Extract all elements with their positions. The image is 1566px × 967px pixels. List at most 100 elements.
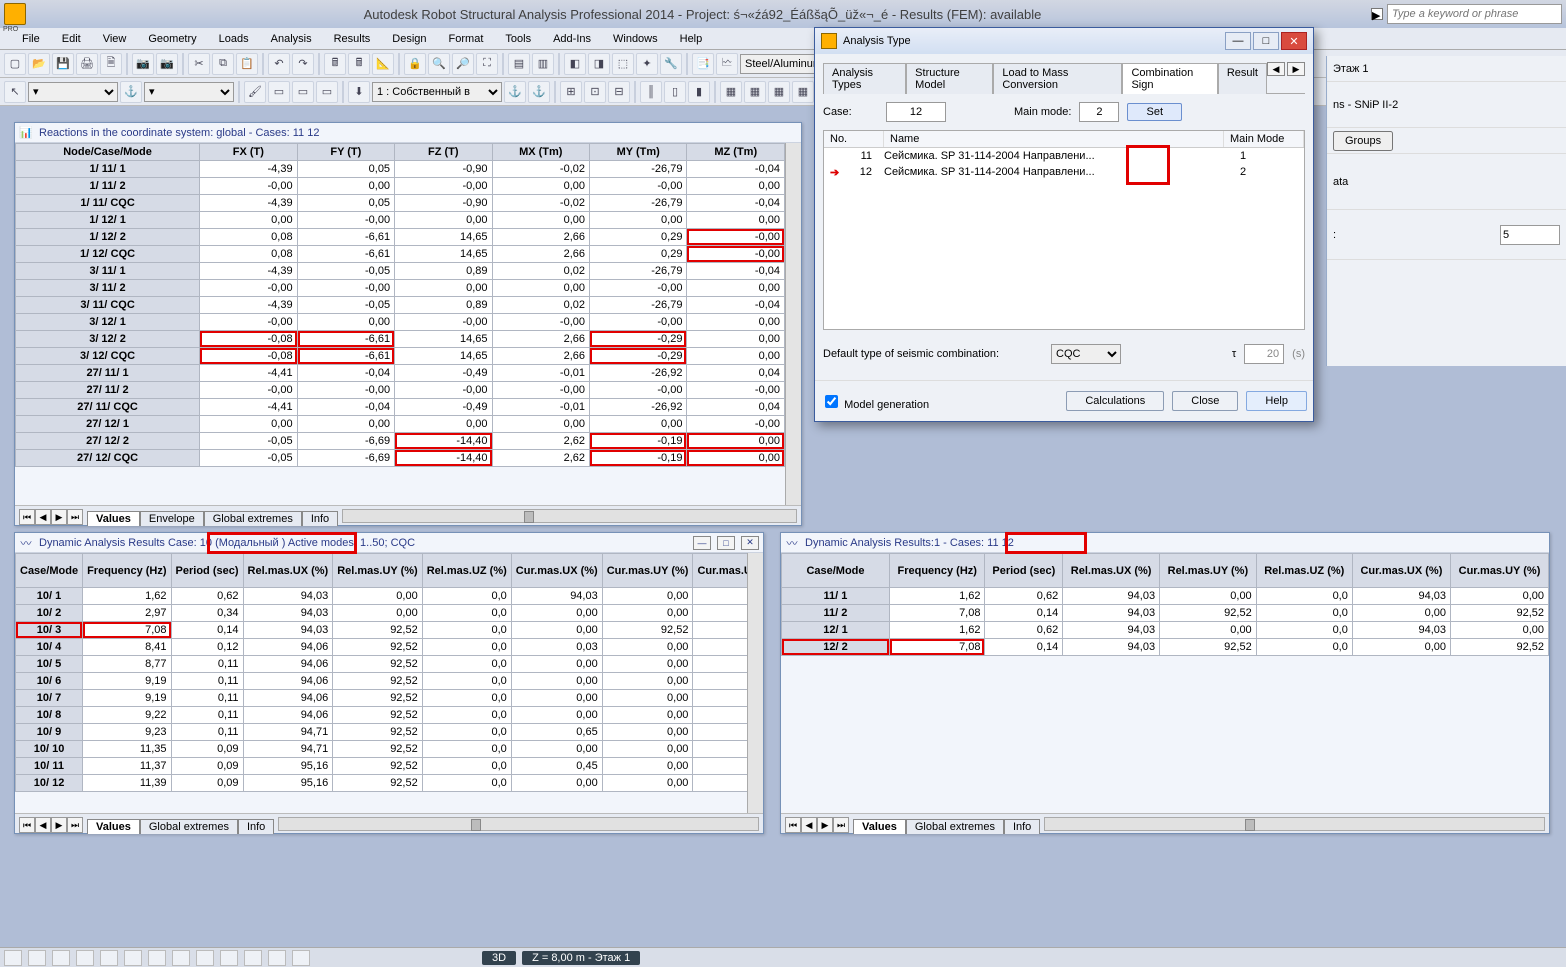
preview-icon[interactable]: 🗎 bbox=[100, 53, 122, 75]
sb-icon-12[interactable] bbox=[268, 950, 286, 966]
status-3d[interactable]: 3D bbox=[482, 951, 516, 965]
menu-design[interactable]: Design bbox=[392, 33, 426, 45]
vbar1-icon[interactable]: ║ bbox=[640, 81, 662, 103]
reactions-scrollbar[interactable] bbox=[785, 143, 801, 505]
tab-scroll-right-icon[interactable]: ▶ bbox=[1287, 62, 1305, 76]
tab-info[interactable]: Info bbox=[302, 511, 338, 526]
menu-results[interactable]: Results bbox=[334, 33, 371, 45]
tab-global-extremes[interactable]: Global extremes bbox=[906, 819, 1004, 834]
dyn-left-hscroll[interactable] bbox=[278, 817, 759, 831]
measure-icon[interactable]: 📐 bbox=[372, 53, 394, 75]
menu-addins[interactable]: Add-Ins bbox=[553, 33, 591, 45]
chart-icon[interactable]: 🗠 bbox=[716, 53, 738, 75]
menu-edit[interactable]: Edit bbox=[62, 33, 81, 45]
reactions-hscroll[interactable] bbox=[342, 509, 797, 523]
tab-nav-next[interactable]: ▶ bbox=[51, 509, 67, 525]
tab-global-extremes[interactable]: Global extremes bbox=[204, 511, 302, 526]
dialog-close-icon[interactable]: ✕ bbox=[1281, 32, 1307, 50]
keyword-search-input[interactable] bbox=[1387, 4, 1562, 24]
anchor2-icon[interactable]: ⚓ bbox=[504, 81, 526, 103]
menu-tools[interactable]: Tools bbox=[505, 33, 531, 45]
dialog-minimize-icon[interactable]: — bbox=[1225, 32, 1251, 50]
dynamic-right-table[interactable]: Case/ModeFrequency (Hz)Period (sec)Rel.m… bbox=[781, 553, 1549, 656]
tool1-icon[interactable]: ◧ bbox=[564, 53, 586, 75]
close-icon[interactable]: ✕ bbox=[741, 536, 759, 550]
tab-info[interactable]: Info bbox=[238, 819, 274, 834]
minimize-icon[interactable]: — bbox=[693, 536, 711, 550]
nav-last[interactable]: ⏭ bbox=[67, 817, 83, 833]
nav-prev[interactable]: ◀ bbox=[801, 817, 817, 833]
print-icon[interactable]: 🖨 bbox=[76, 53, 98, 75]
tab-info[interactable]: Info bbox=[1004, 819, 1040, 834]
search-nav-icon[interactable]: ▶ bbox=[1371, 8, 1383, 20]
calc-icon[interactable]: 🖩 bbox=[324, 53, 346, 75]
sb-icon-8[interactable] bbox=[172, 950, 190, 966]
calculations-button[interactable]: Calculations bbox=[1066, 391, 1164, 411]
tau-input[interactable] bbox=[1244, 344, 1284, 364]
sb-icon-11[interactable] bbox=[244, 950, 262, 966]
cut-icon[interactable]: ✂ bbox=[188, 53, 210, 75]
tab-global-extremes[interactable]: Global extremes bbox=[140, 819, 238, 834]
dialog-maximize-icon[interactable]: □ bbox=[1253, 32, 1279, 50]
tool3-icon[interactable]: ⬚ bbox=[612, 53, 634, 75]
wrench-icon[interactable]: 🔧 bbox=[660, 53, 682, 75]
sb-icon-1[interactable] bbox=[4, 950, 22, 966]
undo-icon[interactable]: ↶ bbox=[268, 53, 290, 75]
menu-file[interactable]: File bbox=[22, 33, 40, 45]
snap3-icon[interactable]: ⊟ bbox=[608, 81, 630, 103]
sb-icon-13[interactable] bbox=[292, 950, 310, 966]
menu-analysis[interactable]: Analysis bbox=[271, 33, 312, 45]
dyn-right-hscroll[interactable] bbox=[1044, 817, 1545, 831]
rect3-icon[interactable]: ▭ bbox=[316, 81, 338, 103]
nav-prev[interactable]: ◀ bbox=[35, 817, 51, 833]
rect2-icon[interactable]: ▭ bbox=[292, 81, 314, 103]
tab-scroll-left-icon[interactable]: ◀ bbox=[1267, 62, 1285, 76]
tab-envelope[interactable]: Envelope bbox=[140, 511, 204, 526]
sb-icon-5[interactable] bbox=[100, 950, 118, 966]
redo-icon[interactable]: ↷ bbox=[292, 53, 314, 75]
tab-values[interactable]: Values bbox=[87, 819, 140, 834]
anchor-icon[interactable]: ⚓ bbox=[120, 81, 142, 103]
grid4-icon[interactable]: ▦ bbox=[792, 81, 814, 103]
lock-icon[interactable]: 🔒 bbox=[404, 53, 426, 75]
mainmode-input[interactable] bbox=[1079, 102, 1119, 122]
save-icon[interactable]: 💾 bbox=[52, 53, 74, 75]
menu-format[interactable]: Format bbox=[449, 33, 484, 45]
set-button[interactable]: Set bbox=[1127, 103, 1182, 121]
tab-analysis-types[interactable]: Analysis Types bbox=[823, 63, 906, 94]
reactions-table[interactable]: Node/Case/ModeFX (T)FY (T)FZ (T)MX (Tm)M… bbox=[15, 143, 785, 467]
tab-nav-prev[interactable]: ◀ bbox=[35, 509, 51, 525]
help-button[interactable]: Help bbox=[1246, 391, 1307, 411]
dynamic-left-table[interactable]: Case/ModeFrequency (Hz)Period (sec)Rel.m… bbox=[15, 553, 747, 792]
tab-values[interactable]: Values bbox=[87, 511, 140, 526]
tab-values[interactable]: Values bbox=[853, 819, 906, 834]
load-icon[interactable]: ⬇ bbox=[348, 81, 370, 103]
nav-next[interactable]: ▶ bbox=[817, 817, 833, 833]
nav-first[interactable]: ⏮ bbox=[785, 817, 801, 833]
menu-windows[interactable]: Windows bbox=[613, 33, 658, 45]
screenshot-icon[interactable]: 📷 bbox=[132, 53, 154, 75]
open-icon[interactable]: 📂 bbox=[28, 53, 50, 75]
sb-icon-2[interactable] bbox=[28, 950, 46, 966]
grid3-icon[interactable]: ▦ bbox=[768, 81, 790, 103]
zoomout-icon[interactable]: 🔎 bbox=[452, 53, 474, 75]
tab-nav-first[interactable]: ⏮ bbox=[19, 509, 35, 525]
tool2-icon[interactable]: ◨ bbox=[588, 53, 610, 75]
menu-geometry[interactable]: Geometry bbox=[148, 33, 196, 45]
nav-last[interactable]: ⏭ bbox=[833, 817, 849, 833]
report-icon[interactable]: 📑 bbox=[692, 53, 714, 75]
layer2-icon[interactable]: ▥ bbox=[532, 53, 554, 75]
new-icon[interactable]: ▢ bbox=[4, 53, 26, 75]
tool4-icon[interactable]: ✦ bbox=[636, 53, 658, 75]
case-input[interactable] bbox=[886, 102, 946, 122]
vbar3-icon[interactable]: ▮ bbox=[688, 81, 710, 103]
case-list[interactable]: No. Name Main Mode 11Сейсмика. SP 31-114… bbox=[823, 130, 1305, 330]
rect1-icon[interactable]: ▭ bbox=[268, 81, 290, 103]
maximize-icon[interactable]: □ bbox=[717, 536, 735, 550]
loadcase-combo[interactable]: 1 : Собственный в bbox=[372, 82, 502, 102]
snap2-icon[interactable]: ⊡ bbox=[584, 81, 606, 103]
nav-first[interactable]: ⏮ bbox=[19, 817, 35, 833]
tab-nav-last[interactable]: ⏭ bbox=[67, 509, 83, 525]
selection-combo-1[interactable]: ▾ bbox=[28, 82, 118, 102]
dyn-left-scrollbar[interactable] bbox=[747, 553, 763, 813]
